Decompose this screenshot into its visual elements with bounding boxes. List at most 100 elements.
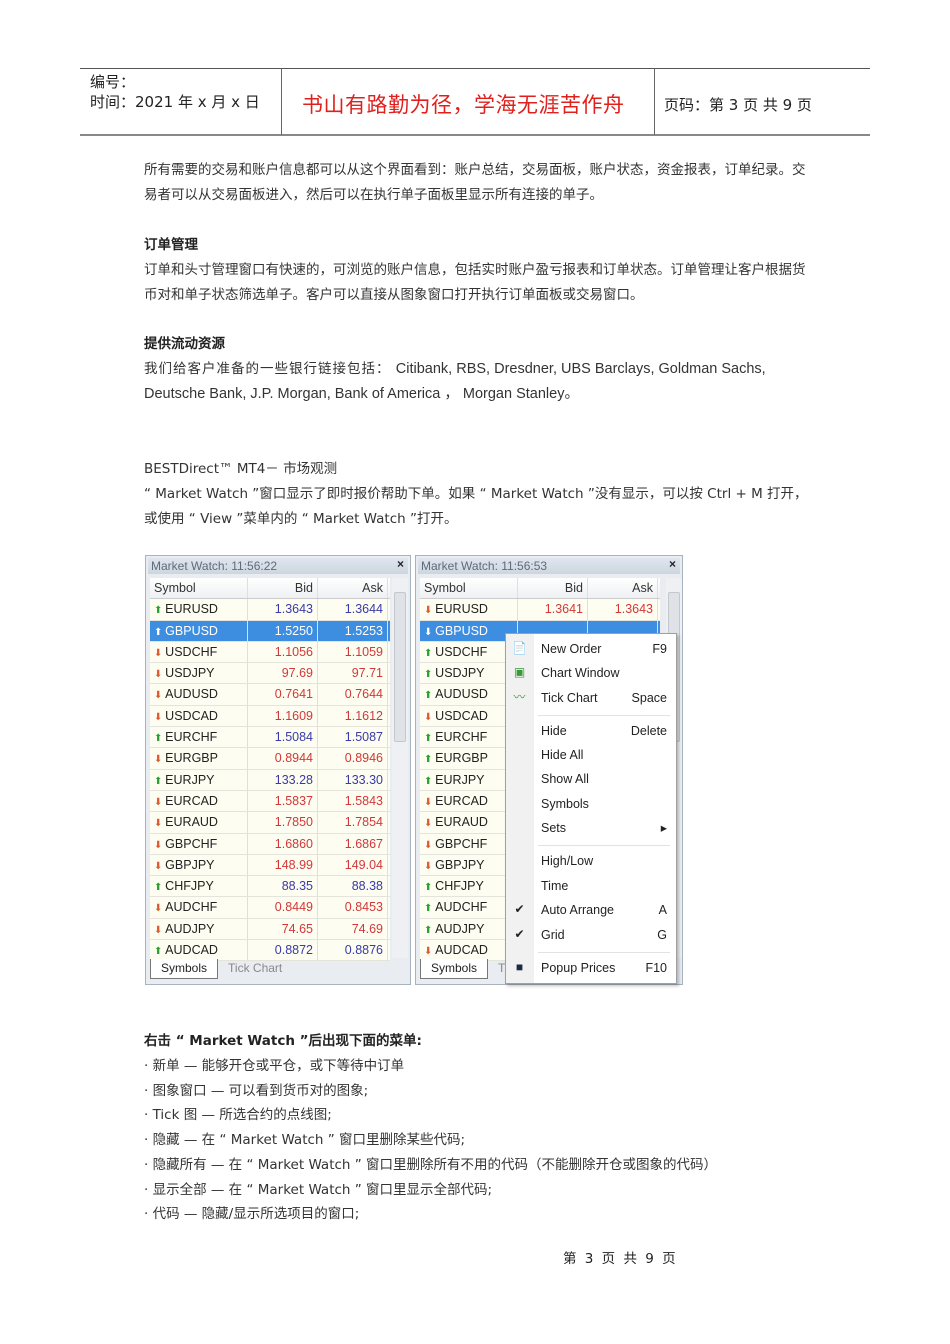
menu-item-grid[interactable]: ✔ Grid G — [506, 924, 676, 946]
bid-cell: 1.5837 — [248, 790, 318, 812]
menu-separator — [538, 715, 670, 716]
symbol-cell: ⬆ GBPUSD — [150, 620, 248, 641]
symbol-cell: ⬆ EURCHF — [150, 727, 248, 748]
arrow-down-icon: ⬇ — [154, 690, 166, 702]
menu-item-label: Chart Window — [541, 666, 620, 680]
ask-cell: 0.7644 — [318, 684, 388, 705]
symbol-name: EURUSD — [165, 602, 218, 617]
column-header-bid[interactable]: Bid — [518, 578, 588, 599]
table-row[interactable]: ⬇ AUDUSD 0.7641 0.7644 — [150, 684, 390, 706]
table-row[interactable]: ⬆ EURUSD 1.3643 1.3644 — [150, 599, 390, 621]
table-row[interactable]: ⬆ GBPUSD 1.5250 1.5253 — [150, 620, 390, 642]
symbol-name: AUDUSD — [165, 687, 218, 702]
scrollbar[interactable] — [392, 578, 408, 958]
tab-tick-chart[interactable]: Tick Chart — [218, 959, 292, 979]
column-header-ask[interactable]: Ask — [318, 578, 388, 599]
ask-cell: 1.5087 — [318, 727, 388, 748]
close-icon[interactable]: × — [397, 557, 404, 571]
column-header-ask[interactable]: Ask — [588, 578, 658, 599]
column-header-bid[interactable]: Bid — [248, 578, 318, 599]
ask-cell: 1.6867 — [318, 833, 388, 854]
ask-cell: 0.8876 — [318, 940, 388, 961]
menu-item-popup-prices[interactable]: ■ Popup Prices F10 — [506, 957, 676, 979]
bid-cell: 1.3641 — [518, 599, 588, 620]
bid-cell: 1.1056 — [248, 641, 318, 663]
table-row[interactable]: ⬇ AUDCHF 0.8449 0.8453 — [150, 897, 390, 919]
scrollbar-thumb[interactable] — [394, 592, 406, 742]
arrow-down-icon: ⬇ — [424, 626, 436, 638]
symbol-name: EURJPY — [165, 772, 215, 787]
symbol-cell: ⬇ GBPJPY — [420, 854, 518, 876]
chart-window-icon: ▣ — [513, 665, 526, 679]
menu-item-hide-all[interactable]: Hide All — [506, 744, 676, 766]
symbol-name: GBPCHF — [435, 836, 488, 851]
symbol-cell: ⬇ AUDJPY — [150, 918, 248, 940]
symbol-cell: ⬇ USDCHF — [150, 641, 248, 663]
arrow-up-icon: ⬆ — [424, 882, 436, 894]
menu-item-symbols[interactable]: Symbols — [506, 793, 676, 815]
symbol-cell: ⬆ USDCHF — [420, 641, 518, 663]
ask-cell: 97.71 — [318, 663, 388, 684]
table-row[interactable]: ⬇ USDCHF 1.1056 1.1059 — [150, 641, 390, 664]
bid-cell: 0.7641 — [248, 684, 318, 705]
table-row[interactable]: ⬇ GBPJPY 148.99 149.04 — [150, 854, 390, 877]
arrow-down-icon: ⬇ — [154, 903, 166, 915]
bullet-item: · 显示全部 — 在 “ Market Watch ” 窗口里显示全部代码; — [144, 1181, 493, 1198]
menu-item-new-order[interactable]: 📄 New Order F9 — [506, 638, 676, 660]
menu-item-sets[interactable]: Sets ▸ — [506, 817, 676, 839]
table-row[interactable]: ⬇ EURGBP 0.8944 0.8946 — [150, 748, 390, 770]
tab-symbols[interactable]: Symbols — [420, 959, 489, 979]
symbol-cell: ⬆ EURGBP — [420, 748, 518, 769]
close-icon[interactable]: × — [669, 557, 676, 571]
table-row[interactable]: ⬇ EURAUD 1.7850 1.7854 — [150, 812, 390, 834]
menu-item-show-all[interactable]: Show All — [506, 768, 676, 790]
bullet-item: · 隐藏 — 在 “ Market Watch ” 窗口里删除某些代码; — [144, 1132, 466, 1149]
table-row[interactable]: ⬇ EURUSD 1.3641 1.3643 — [420, 599, 660, 621]
symbol-name: AUDCHF — [165, 900, 218, 915]
table-row[interactable]: ⬆ EURJPY 133.28 133.30 — [150, 769, 390, 791]
column-header-symbol[interactable]: Symbol — [150, 578, 248, 599]
table-row[interactable]: ⬇ EURCAD 1.5837 1.5843 — [150, 790, 390, 813]
panel-tabs: Symbols Tick Chart — [150, 959, 292, 979]
menu-separator — [538, 845, 670, 846]
menu-item-label: New Order — [541, 642, 602, 656]
menu-item-hide[interactable]: Hide Delete — [506, 720, 676, 742]
table-row[interactable]: ⬇ AUDJPY 74.65 74.69 — [150, 918, 390, 941]
column-header-symbol[interactable]: Symbol — [420, 578, 518, 599]
menu-item-auto-arrange[interactable]: ✔ Auto Arrange A — [506, 899, 676, 921]
symbol-cell: ⬆ AUDCHF — [420, 897, 518, 918]
symbol-name: GBPUSD — [435, 623, 488, 638]
arrow-up-icon: ⬆ — [424, 733, 436, 745]
symbol-cell: ⬆ EURJPY — [150, 769, 248, 790]
table-row[interactable]: ⬇ USDCAD 1.1609 1.1612 — [150, 705, 390, 728]
symbol-name: USDCAD — [435, 708, 488, 723]
bullet-item: · 隐藏所有 — 在 “ Market Watch ” 窗口里删除所有不用的代码… — [144, 1156, 718, 1173]
panel-title: Market Watch: 11:56:53 — [418, 558, 680, 574]
bid-cell: 1.5250 — [248, 620, 318, 641]
arrow-up-icon: ⬆ — [154, 605, 166, 617]
menu-item-label: Auto Arrange — [541, 903, 614, 917]
symbol-cell: ⬇ USDJPY — [150, 663, 248, 684]
market-watch-panel: Market Watch: 11:56:22 × Symbol Bid Ask ⬆ EUR… — [145, 555, 411, 985]
menu-item-tick-chart[interactable]: 〰 Tick Chart Space — [506, 687, 676, 709]
menu-item-chart-window[interactable]: ▣ Chart Window — [506, 662, 676, 684]
bid-cell: 0.8944 — [248, 748, 318, 769]
menu-item-label: Tick Chart — [541, 691, 598, 705]
ask-cell: 1.1059 — [318, 641, 388, 663]
symbol-name: GBPJPY — [165, 857, 215, 872]
table-row[interactable]: ⬆ CHFJPY 88.35 88.38 — [150, 876, 390, 898]
menu-item-shortcut: G — [657, 928, 667, 942]
quotes-table: Symbol Bid Ask ⬆ EURUSD 1.3643 1.3644 ⬆ GBPUSD… — [150, 578, 390, 962]
tab-symbols[interactable]: Symbols — [150, 959, 219, 979]
menu-item-time[interactable]: Time — [506, 875, 676, 897]
arrow-down-icon: ⬇ — [154, 924, 166, 936]
symbol-name: EURAUD — [165, 815, 218, 830]
table-row[interactable]: ⬇ USDJPY 97.69 97.71 — [150, 663, 390, 685]
menu-item-label: Time — [541, 879, 569, 893]
checkmark-icon: ✔ — [514, 902, 525, 916]
arrow-down-icon: ⬇ — [154, 754, 166, 766]
table-row[interactable]: ⬇ GBPCHF 1.6860 1.6867 — [150, 833, 390, 855]
symbol-name: USDJPY — [435, 666, 485, 681]
table-row[interactable]: ⬆ EURCHF 1.5084 1.5087 — [150, 727, 390, 749]
menu-item-high-low[interactable]: High/Low — [506, 850, 676, 872]
